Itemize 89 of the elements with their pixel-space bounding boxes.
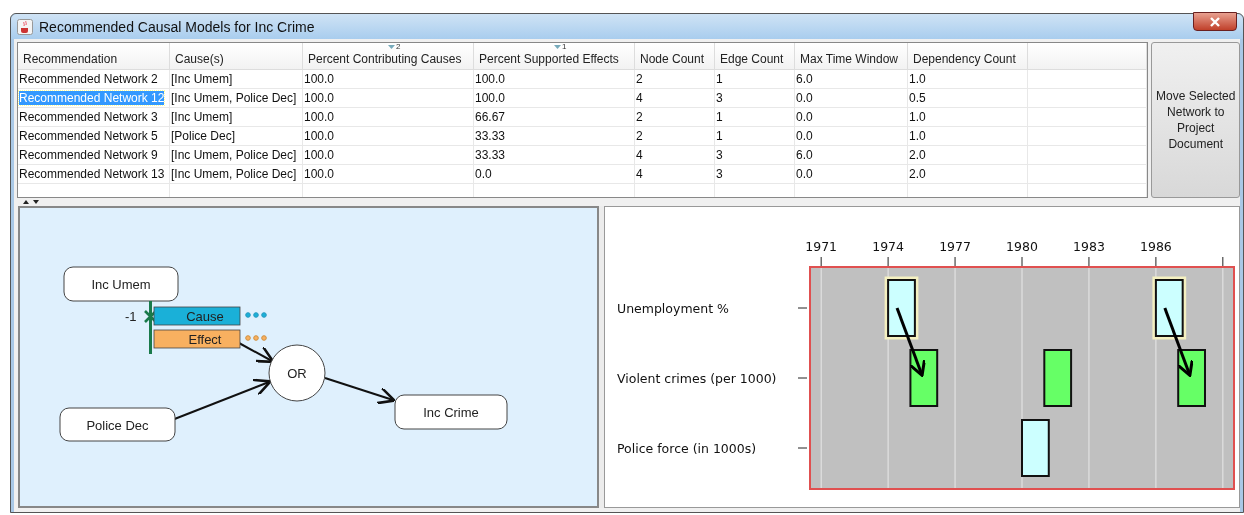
table-cell: 4: [635, 146, 715, 164]
node-box[interactable]: Police Dec: [59, 407, 176, 442]
table-cell: Recommended Network 5: [18, 127, 170, 145]
year-label: 1974: [872, 239, 904, 254]
year-label: 1986: [1140, 239, 1172, 254]
table-cell: [Inc Umem]: [170, 108, 303, 126]
table-cell: 1: [715, 108, 795, 126]
table-cell: [Inc Umem]: [170, 70, 303, 88]
collapse-arrows-icon: [22, 199, 40, 205]
table-cell: 1: [715, 127, 795, 145]
node-box[interactable]: Inc Crime: [394, 394, 508, 430]
column-header[interactable]: Percent Supported Effects 1: [474, 43, 635, 69]
table-cell: 100.0: [474, 89, 635, 107]
table-cell: Recommended Network 9: [18, 146, 170, 164]
row-label: Violent crimes (per 1000): [617, 371, 777, 386]
edge-arrow: [238, 342, 275, 364]
table-cell: 100.0: [303, 70, 474, 88]
year-label: 1977: [939, 239, 971, 254]
interval-bar[interactable]: [1021, 419, 1050, 477]
column-header[interactable]: Recommendation: [18, 43, 170, 69]
table-cell: 0.5: [908, 89, 1028, 107]
table-cell: 100.0: [303, 89, 474, 107]
node-box[interactable]: Inc Umem: [63, 266, 179, 302]
table-cell: 1.0: [908, 108, 1028, 126]
table-cell: Recommended Network 12: [18, 89, 170, 107]
table-cell: [Inc Umem, Police Dec]: [170, 165, 303, 183]
cup-icon: [17, 18, 33, 35]
table-cell: 1.0: [908, 127, 1028, 145]
table-cell: 0.0: [795, 165, 908, 183]
interval-bar[interactable]: [1177, 349, 1206, 407]
table-cell: [Inc Umem, Police Dec]: [170, 146, 303, 164]
table-cell: 66.67: [474, 108, 635, 126]
table-cell: [Police Dec]: [170, 127, 303, 145]
table-cell: 2: [635, 127, 715, 145]
table-cell: 2.0: [908, 146, 1028, 164]
edge-arrow: [324, 377, 396, 405]
interval-bar[interactable]: [1154, 279, 1184, 337]
close-icon: [1210, 16, 1220, 27]
interval-bar[interactable]: [909, 349, 939, 407]
interval-bar[interactable]: [887, 279, 916, 337]
table-cell: 100.0: [303, 127, 474, 145]
table-cell: 2.0: [908, 165, 1028, 183]
table-cell: 3: [715, 165, 795, 183]
interval-bar[interactable]: [1043, 349, 1073, 407]
table-cell: 0.0: [795, 108, 908, 126]
splitter-handle[interactable]: [599, 206, 604, 508]
table-cell: 33.33: [474, 146, 635, 164]
table-cell: 0.0: [795, 89, 908, 107]
column-header[interactable]: Dependency Count: [908, 43, 1028, 69]
row-label: Police force (in 1000s): [617, 441, 757, 456]
table-cell: 0.0: [795, 127, 908, 145]
table-cell: 1.0: [908, 70, 1028, 88]
table-cell: Recommended Network 2: [18, 70, 170, 88]
column-header[interactable]: Cause(s): [170, 43, 303, 69]
window-title: Recommended Causal Models for Inc Crime: [39, 18, 315, 35]
weight-label: -1: [125, 309, 137, 324]
cause-tag[interactable]: Cause: [153, 306, 241, 326]
table-cell: 2: [635, 108, 715, 126]
column-header[interactable]: Percent Contributing Causes 2: [303, 43, 474, 69]
row-label: Unemployment %: [617, 301, 729, 316]
year-label: 1971: [805, 239, 838, 254]
table-cell: 100.0: [303, 108, 474, 126]
table-cell: [Inc Umem, Police Dec]: [170, 89, 303, 107]
table-cell: 4: [635, 165, 715, 183]
table-cell: 6.0: [795, 146, 908, 164]
table-cell: Recommended Network 3: [18, 108, 170, 126]
table-cell: 6.0: [795, 70, 908, 88]
column-header[interactable]: Max Time Window: [795, 43, 908, 69]
effect-tag[interactable]: Effect: [153, 329, 241, 349]
table-cell: 3: [715, 146, 795, 164]
sort-indicator: 1: [554, 43, 567, 51]
table-cell: 0.0: [474, 165, 635, 183]
close-button[interactable]: [1193, 12, 1237, 31]
table-cell: 2: [635, 70, 715, 88]
table-cell: 100.0: [474, 70, 635, 88]
table-cell: 4: [635, 89, 715, 107]
table-cell: 1: [715, 70, 795, 88]
table-cell: 100.0: [303, 146, 474, 164]
year-label: 1980: [1006, 239, 1038, 254]
table-cell: 100.0: [303, 165, 474, 183]
column-header[interactable]: Edge Count: [715, 43, 795, 69]
table-cell: Recommended Network 13: [18, 165, 170, 183]
move-network-button[interactable]: Move Selected Network to Project Document: [1151, 42, 1240, 198]
sort-indicator: 2: [388, 43, 401, 51]
table-cell: 33.33: [474, 127, 635, 145]
column-header[interactable]: Node Count: [635, 43, 715, 69]
year-label: 1983: [1073, 239, 1105, 254]
table-cell: 3: [715, 89, 795, 107]
or-gate-node[interactable]: OR: [268, 344, 326, 402]
